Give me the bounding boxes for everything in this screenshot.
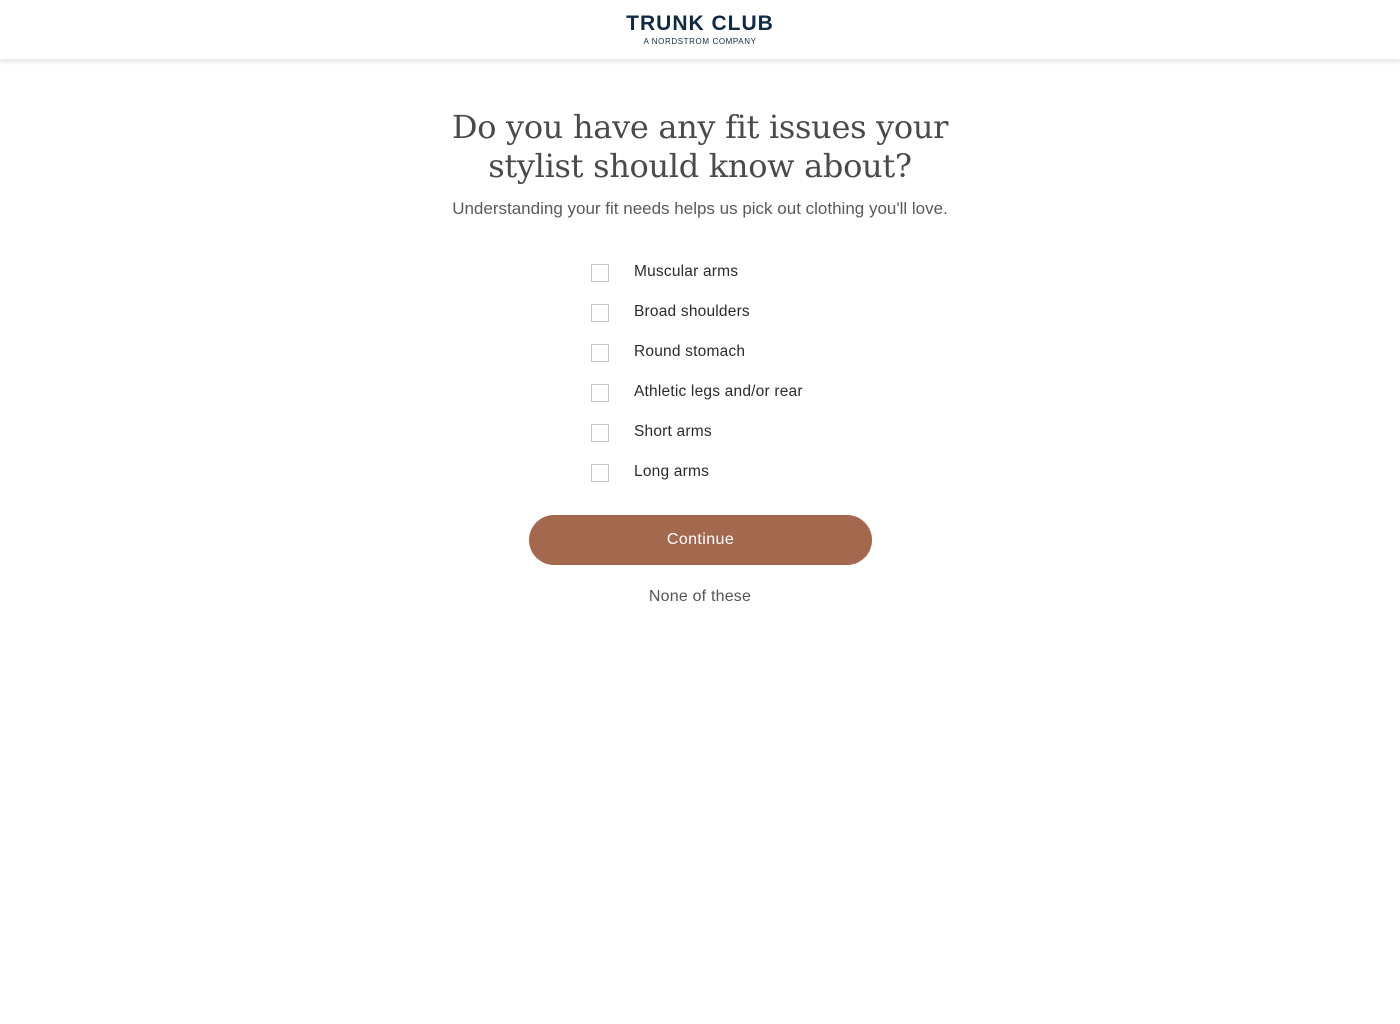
option-label: Broad shoulders [634,303,750,320]
checkbox[interactable] [591,384,609,402]
option-label: Athletic legs and/or rear [634,383,803,400]
option-label: Long arms [634,463,710,480]
checkbox[interactable] [591,264,609,282]
question-title: Do you have any fit issues your stylist … [451,108,949,185]
option-broad-shoulders[interactable]: Broad shoulders [591,292,891,332]
top-header: TRUNK CLUB A NORDSTROM COMPANY [0,0,1400,60]
option-athletic-legs[interactable]: Athletic legs and/or rear [591,372,891,412]
none-of-these-link[interactable]: None of these [600,587,800,607]
option-label: Muscular arms [634,263,739,280]
option-label: Round stomach [634,343,746,360]
option-short-arms[interactable]: Short arms [591,412,891,452]
logo-title: TRUNK CLUB [626,12,774,35]
continue-button[interactable]: Continue [529,515,872,565]
checkbox[interactable] [591,304,609,322]
checkbox[interactable] [591,464,609,482]
option-long-arms[interactable]: Long arms [591,452,891,492]
checkbox[interactable] [591,344,609,362]
trunk-club-logo[interactable]: TRUNK CLUB A NORDSTROM COMPANY [0,13,1400,47]
question-subtitle: Understanding your fit needs helps us pi… [452,199,948,218]
fit-issues-list: Muscular arms Broad shoulders Round stom… [591,252,891,492]
option-label: Short arms [634,423,712,440]
option-round-stomach[interactable]: Round stomach [591,332,891,372]
checkbox[interactable] [591,424,609,442]
logo-subtitle: A NORDSTROM COMPANY [643,37,757,46]
option-muscular-arms[interactable]: Muscular arms [591,252,891,292]
